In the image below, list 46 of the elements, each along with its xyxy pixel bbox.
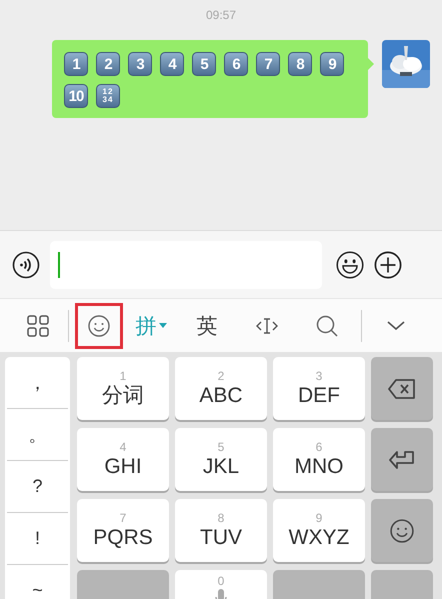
keyboard-key[interactable]: 1 分词	[77, 357, 169, 420]
key-digit: 3	[316, 368, 322, 382]
keyboard-key[interactable]: 3 DEF	[273, 357, 365, 420]
punctuation-key[interactable]: 。	[7, 409, 68, 461]
keycap-emoji: 5	[192, 52, 216, 76]
key-label: PQRS	[93, 524, 153, 550]
keyboard-key[interactable]: 6 MNO	[273, 428, 365, 491]
key-label: ABC	[199, 382, 243, 408]
keyboard-key[interactable]: 7 PQRS	[77, 499, 169, 562]
keycap-emoji: 3	[128, 52, 152, 76]
keycap-emoji: 9	[320, 52, 344, 76]
keyboard-key[interactable]: 8 TUV	[175, 499, 267, 562]
keycap-emoji: 1234	[96, 84, 120, 108]
key-label: MNO	[294, 454, 344, 480]
key-digit: 4	[120, 440, 126, 454]
key-digit: 5	[218, 440, 224, 454]
key-label: DEF	[298, 382, 340, 408]
timestamp: 09:57	[206, 8, 236, 22]
punctuation-key[interactable]: ，	[7, 357, 68, 409]
keycap-emoji: 10	[64, 84, 88, 108]
punctuation-key[interactable]: ~	[7, 565, 68, 599]
keycap-emoji: 7	[256, 52, 280, 76]
key-label: GHI	[104, 454, 142, 480]
keycap-emoji: 2	[96, 52, 120, 76]
keyboard-key[interactable]: 2 ABC	[175, 357, 267, 420]
key-digit: 9	[316, 510, 322, 524]
key-digit: 1	[120, 368, 126, 382]
keycap-emoji: 4	[160, 52, 184, 76]
keyboard-key[interactable]: 4 GHI	[77, 428, 169, 491]
keyboard-key[interactable]: 5 JKL	[175, 428, 267, 491]
key-label: 分词	[102, 382, 144, 408]
keyboard-key[interactable]: 9 WXYZ	[273, 499, 365, 562]
key-digit: 2	[218, 368, 224, 382]
key-label: WXYZ	[288, 524, 350, 550]
input-mode-tab[interactable]: 英	[179, 302, 235, 348]
keycap-emoji: 1	[64, 52, 88, 76]
punctuation-key[interactable]: ?	[7, 461, 68, 513]
key-label: JKL	[202, 454, 240, 480]
key-digit: 0	[218, 574, 224, 588]
keycap-emoji: 8	[288, 52, 312, 76]
key-digit: 8	[218, 510, 224, 524]
key-digit: 6	[316, 440, 322, 454]
punctuation-key[interactable]: !	[7, 513, 68, 565]
key-label: TUV	[200, 524, 242, 550]
key-digit: 7	[120, 510, 126, 524]
keycap-emoji: 6	[224, 52, 248, 76]
